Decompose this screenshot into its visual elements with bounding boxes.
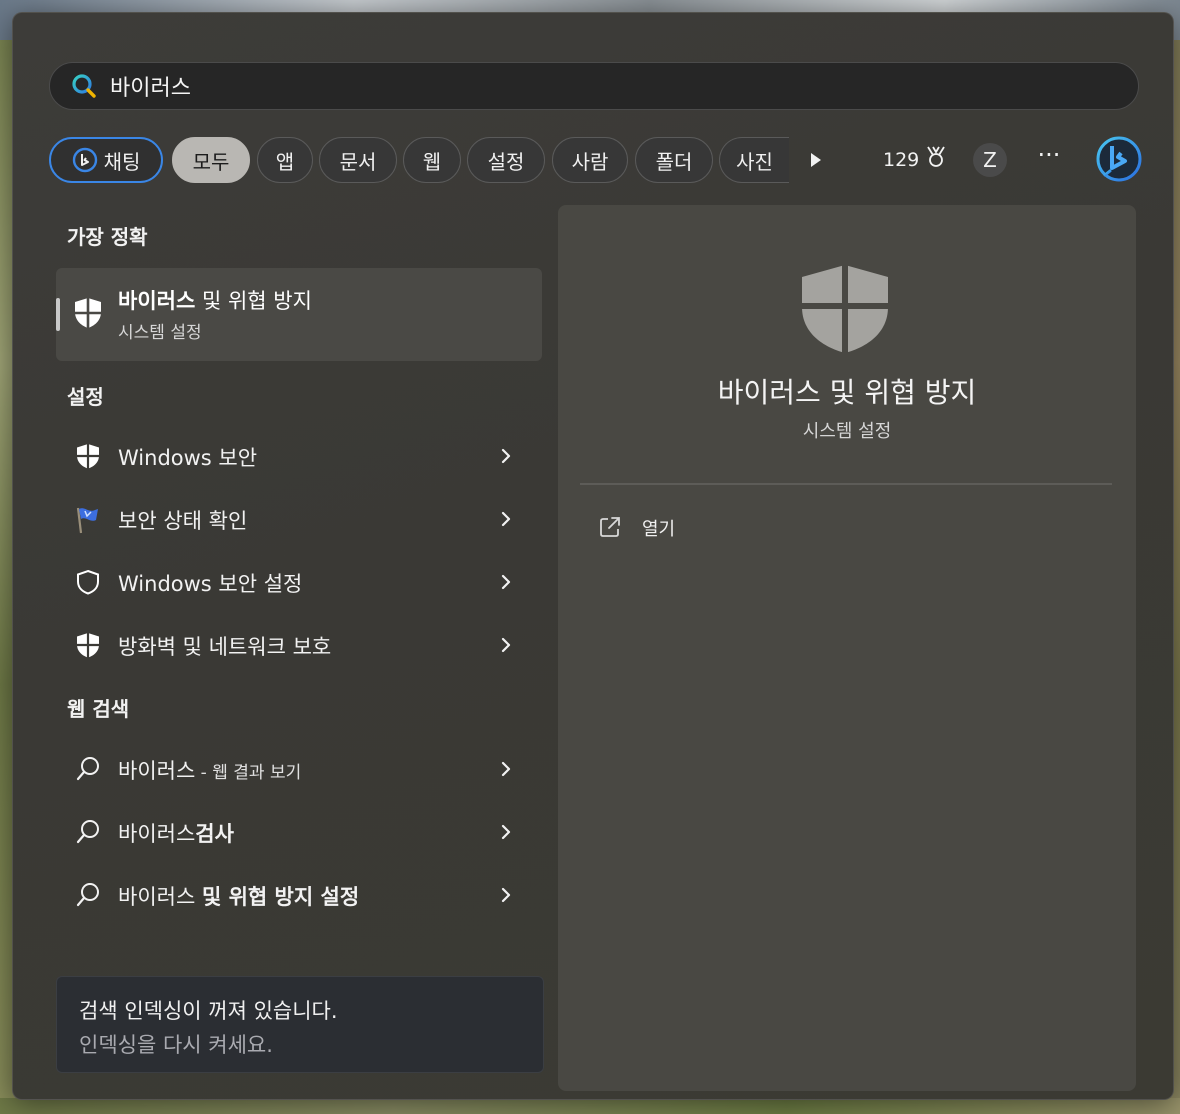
tab-settings-label: 설정: [487, 149, 525, 174]
web-result-suffix: 검사: [195, 822, 234, 846]
chevron-right-icon: [498, 445, 514, 467]
avatar-initial: Z: [983, 148, 997, 172]
web-result-prefix: 바이러스: [118, 822, 196, 846]
chevron-right-icon: [498, 634, 514, 656]
divider: [580, 483, 1112, 485]
tab-folders-label: 폴더: [655, 149, 693, 174]
indexing-notice-link[interactable]: 인덱싱을 다시 켜세요.: [79, 1029, 273, 1059]
web-result-prefix: 바이러스: [118, 759, 196, 783]
indexing-notice[interactable]: 검색 인덱싱이 꺼져 있습니다. 인덱싱을 다시 켜세요.: [56, 976, 544, 1073]
tab-people[interactable]: 사람: [552, 137, 628, 183]
detail-panel: 바이러스 및 위협 방지 시스템 설정 열기: [558, 205, 1136, 1091]
tab-all-label: 모두: [192, 149, 230, 174]
search-input[interactable]: [110, 73, 1010, 99]
settings-item-firewall[interactable]: 방화벽 및 네트워크 보호: [56, 617, 542, 673]
avatar[interactable]: Z: [973, 143, 1007, 177]
indexing-notice-text: 검색 인덱싱이 꺼져 있습니다.: [79, 999, 338, 1023]
search-icon: [74, 881, 102, 909]
more-options-label: ···: [1037, 141, 1061, 169]
search-panel: 채팅 모두 앱 문서 웹 설정 사람 폴더 사진 129: [12, 12, 1174, 1100]
selection-indicator: [56, 298, 60, 331]
settings-item-windows-security-settings[interactable]: Windows 보안 설정: [56, 554, 542, 610]
best-match-title-rest: 및 위협 방지: [195, 289, 312, 313]
flag-icon: [74, 505, 102, 534]
web-result-label: 바이러스 - 웹 결과 보기: [118, 755, 301, 785]
settings-item-label: 방화벽 및 네트워크 보호: [118, 635, 332, 659]
tab-photos-label: 사진: [736, 149, 773, 174]
rewards-medal-icon: [925, 145, 947, 174]
chevron-right-icon: [498, 884, 514, 906]
search-icon: [74, 818, 102, 846]
open-external-icon: [598, 515, 622, 539]
search-box[interactable]: [49, 62, 1139, 110]
settings-item-label: Windows 보안: [118, 446, 258, 470]
shield-filled-icon: [74, 442, 102, 470]
web-result-suffix: 및 위협 방지 설정: [201, 885, 360, 909]
web-result-label: 바이러스 및 위협 방지 설정: [118, 881, 359, 911]
web-result-item[interactable]: 바이러스검사: [56, 804, 542, 860]
shield-icon: [72, 296, 104, 330]
open-label: 열기: [642, 519, 676, 540]
best-match-subtitle: 시스템 설정: [118, 323, 202, 343]
shield-filled-icon: [74, 631, 102, 659]
chevron-right-icon: [498, 508, 514, 530]
bing-chat-icon: [72, 147, 98, 173]
tab-documents[interactable]: 문서: [319, 137, 397, 183]
web-result-item[interactable]: 바이러스 및 위협 방지 설정: [56, 867, 542, 923]
tab-folders[interactable]: 폴더: [635, 137, 713, 183]
web-result-label: 바이러스검사: [118, 818, 234, 848]
tab-web[interactable]: 웹: [403, 137, 461, 183]
desktop-background-bottom: [0, 1098, 1180, 1114]
detail-title: 바이러스 및 위협 방지: [717, 376, 977, 409]
tab-photos[interactable]: 사진: [719, 137, 789, 183]
web-result-item[interactable]: 바이러스 - 웹 결과 보기: [56, 741, 542, 797]
open-action[interactable]: 열기: [580, 501, 1112, 553]
shield-icon: [799, 263, 891, 355]
web-result-suffix: - 웹 결과 보기: [195, 763, 302, 783]
tab-apps-label: 앱: [275, 149, 295, 174]
settings-item-label: 보안 상태 확인: [118, 509, 248, 533]
settings-item-security-status[interactable]: 보안 상태 확인: [56, 491, 542, 547]
tab-chat[interactable]: 채팅: [49, 137, 163, 183]
more-options-icon[interactable]: ···: [1034, 141, 1064, 175]
tab-apps[interactable]: 앱: [257, 137, 313, 183]
filter-bar: 채팅 모두 앱 문서 웹 설정 사람 폴더 사진 129 Z ···: [49, 135, 1142, 185]
search-icon: [70, 72, 98, 100]
bing-logo-icon[interactable]: [1095, 135, 1143, 183]
chevron-right-icon: [498, 821, 514, 843]
settings-heading: 설정: [67, 385, 104, 409]
tab-chat-label: 채팅: [103, 149, 141, 174]
tab-people-label: 사람: [571, 149, 609, 174]
tab-documents-label: 문서: [339, 149, 377, 174]
web-result-prefix: 바이러스: [118, 885, 202, 909]
rewards-points-value: 129: [883, 148, 920, 171]
tab-settings[interactable]: 설정: [467, 137, 545, 183]
web-search-heading: 웹 검색: [67, 697, 130, 721]
chevron-right-icon: [498, 758, 514, 780]
tab-web-label: 웹: [422, 149, 442, 174]
detail-subtitle: 시스템 설정: [802, 421, 892, 442]
tab-all[interactable]: 모두: [172, 137, 250, 183]
settings-item-label: Windows 보안 설정: [118, 572, 303, 596]
best-match-heading: 가장 정확: [67, 225, 148, 249]
rewards-points[interactable]: 129: [883, 145, 947, 174]
best-match-title: 바이러스 및 위협 방지: [118, 285, 312, 315]
chevron-right-icon: [498, 571, 514, 593]
best-match-item[interactable]: 바이러스 및 위협 방지 시스템 설정: [56, 268, 542, 361]
best-match-title-bold: 바이러스: [118, 289, 196, 313]
search-icon: [74, 755, 102, 783]
settings-item-windows-security[interactable]: Windows 보안: [56, 428, 542, 484]
shield-outline-icon: [74, 568, 102, 596]
scroll-right-icon[interactable]: [806, 148, 826, 172]
